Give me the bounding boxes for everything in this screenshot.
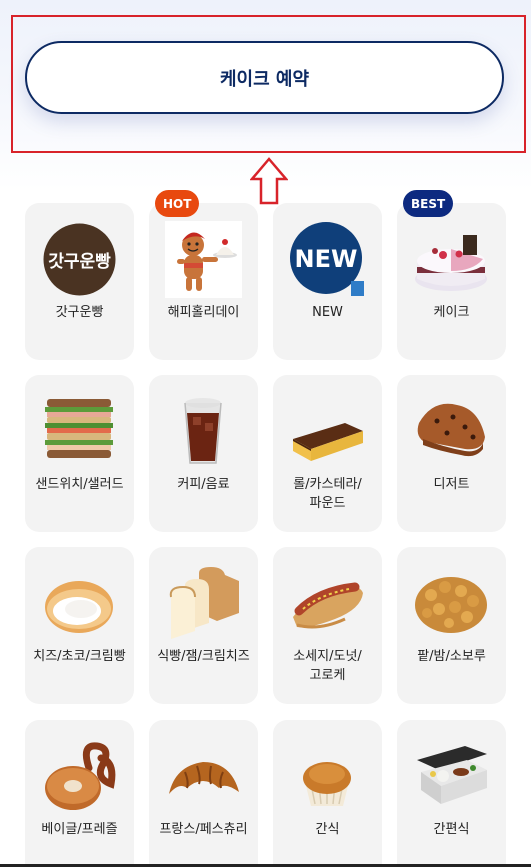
category-label: 식빵/잼/크림치즈 — [157, 649, 250, 664]
category-card-happy-holiday[interactable]: HOT 해피홀리데이 — [149, 190, 258, 360]
gingerbread-man-icon — [165, 221, 242, 298]
gatguun-bread-logo-icon: 갓구운빵 — [41, 221, 118, 298]
category-label: 케이크 — [433, 305, 470, 320]
category-card-bagel[interactable]: 베이글/프레즐 — [25, 720, 134, 867]
category-card-sandwich[interactable]: 샌드위치/샐러드 — [25, 375, 134, 532]
category-label: 갓구운빵 — [55, 305, 104, 320]
category-label: 소세지/도넛/ 고로케 — [293, 649, 362, 683]
scone-icon — [413, 393, 490, 470]
category-grid: 갓구운빵 갓구운빵 HOT 해피홀리데이 NEW NEW BEST 케이크 샌드… — [0, 0, 531, 867]
category-label: 프랑스/페스츄리 — [159, 822, 248, 837]
category-card-dessert[interactable]: 디저트 — [397, 375, 506, 532]
castella-icon — [289, 393, 366, 470]
category-card-castella[interactable]: 롤/카스테라/ 파운드 — [273, 375, 382, 532]
svg-text:갓구운빵: 갓구운빵 — [48, 252, 111, 272]
best-badge: BEST — [403, 190, 454, 217]
category-label: 팥/밤/소보루 — [417, 649, 486, 664]
soboro-bread-icon — [413, 565, 490, 642]
category-card-soboro[interactable]: 팥/밤/소보루 — [397, 547, 506, 704]
category-label: NEW — [312, 305, 343, 320]
category-card-ready-meal[interactable]: 간편식 — [397, 720, 506, 867]
category-card-cream-bun[interactable]: 치즈/초코/크림빵 — [25, 547, 134, 704]
category-label: 디저트 — [433, 477, 470, 492]
category-label: 치즈/초코/크림빵 — [33, 649, 126, 664]
category-label: 해피홀리데이 — [167, 305, 240, 320]
cake-icon — [413, 221, 490, 298]
category-card-croissant[interactable]: 프랑스/페스츄리 — [149, 720, 258, 867]
muffin-icon — [289, 738, 366, 815]
category-label: 샌드위치/샐러드 — [35, 477, 124, 492]
iced-coffee-icon — [165, 393, 242, 470]
category-card-new[interactable]: NEW NEW — [273, 203, 382, 360]
cream-bun-icon — [41, 565, 118, 642]
category-card-coffee[interactable]: 커피/음료 — [149, 375, 258, 532]
category-label: 베이글/프레즐 — [41, 822, 118, 837]
bagel-pretzel-icon — [41, 738, 118, 815]
category-card-white-bread[interactable]: 식빵/잼/크림치즈 — [149, 547, 258, 704]
croissant-icon — [165, 738, 242, 815]
category-label: 간식 — [315, 822, 340, 837]
sausage-bread-icon — [289, 565, 366, 642]
white-bread-icon — [165, 565, 242, 642]
category-label: 간편식 — [433, 822, 470, 837]
lunchbox-icon — [413, 738, 490, 815]
category-card-sausage[interactable]: 소세지/도넛/ 고로케 — [273, 547, 382, 704]
category-card-gatguun[interactable]: 갓구운빵 갓구운빵 — [25, 203, 134, 360]
category-label: 커피/음료 — [177, 477, 230, 492]
sandwich-icon — [41, 393, 118, 470]
category-label: 롤/카스테라/ 파운드 — [293, 477, 362, 511]
category-card-snack[interactable]: 간식 — [273, 720, 382, 867]
svg-text:NEW: NEW — [295, 245, 358, 273]
category-card-cake[interactable]: BEST 케이크 — [397, 190, 506, 360]
new-logo-icon: NEW — [289, 221, 366, 298]
hot-badge: HOT — [155, 190, 200, 217]
